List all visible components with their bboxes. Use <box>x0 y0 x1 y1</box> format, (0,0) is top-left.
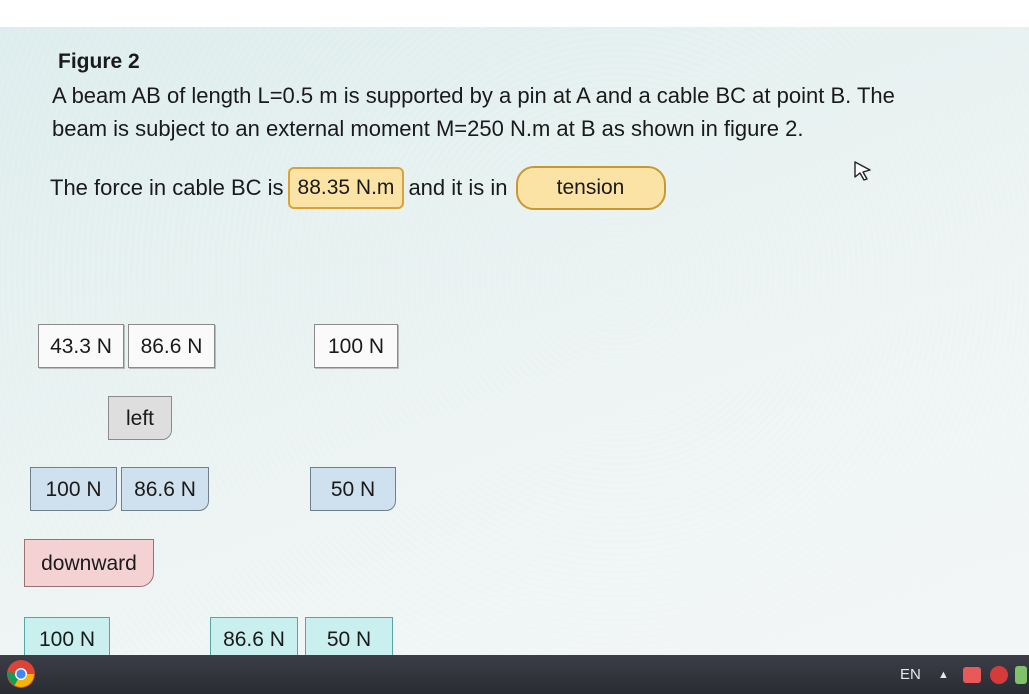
choice-chip[interactable]: 86.6 N <box>210 617 298 655</box>
choice-chip[interactable]: downward <box>24 539 154 587</box>
tray-app-icon[interactable] <box>1015 666 1027 684</box>
answer-prefix: The force in cable BC is <box>50 175 284 200</box>
tray-app-icon[interactable] <box>990 666 1008 684</box>
force-answer-slot[interactable]: 88.35 N.m <box>287 167 405 209</box>
choice-chip[interactable]: 50 N <box>310 467 396 511</box>
choice-chip[interactable]: 100 N <box>24 617 110 655</box>
problem-statement: A beam AB of length L=0.5 m is supported… <box>52 83 895 141</box>
top-bezel <box>0 0 1029 27</box>
answer-middle: and it is in <box>408 175 508 200</box>
answer-sentence: The force in cable BC is 88.35 N.m and i… <box>50 166 666 210</box>
choice-chip[interactable]: 100 N <box>314 324 398 368</box>
figure-title: Figure 2 <box>58 50 140 73</box>
choice-chip[interactable]: 86.6 N <box>121 467 209 511</box>
language-indicator[interactable]: EN <box>900 666 921 683</box>
pointer-cursor-icon <box>854 161 871 181</box>
taskbar: EN ▲ <box>0 655 1029 694</box>
choice-chip[interactable]: 43.3 N <box>38 324 124 368</box>
quiz-screen: Figure 2 A beam AB of length L=0.5 m is … <box>0 27 1029 655</box>
choice-chip[interactable]: left <box>108 396 172 440</box>
chrome-icon[interactable] <box>6 659 36 689</box>
choice-chip[interactable]: 50 N <box>305 617 393 655</box>
tray-expand-icon[interactable]: ▲ <box>938 669 949 681</box>
choice-chip[interactable]: 100 N <box>30 467 117 511</box>
state-answer-slot[interactable]: tension <box>515 166 666 210</box>
tray-app-icon[interactable] <box>963 667 981 683</box>
choice-chip[interactable]: 86.6 N <box>128 324 215 368</box>
